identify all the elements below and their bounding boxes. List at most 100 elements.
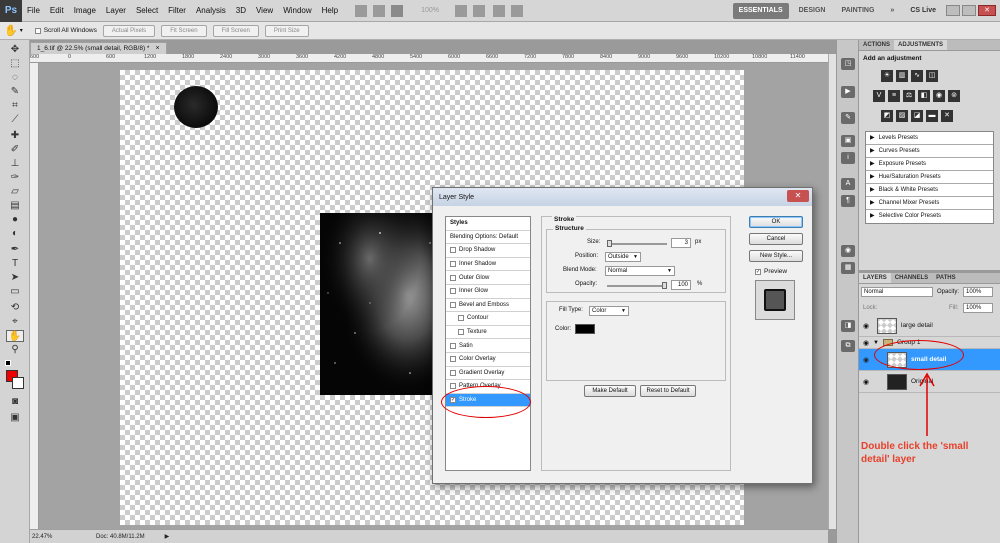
character-panel-icon[interactable]: A (841, 178, 855, 190)
menu-select[interactable]: Select (131, 6, 163, 15)
style-item[interactable]: Outer Glow (446, 271, 530, 285)
menu-analysis[interactable]: Analysis (191, 6, 231, 15)
style-checkbox[interactable] (450, 274, 456, 281)
style-checkbox[interactable] (450, 288, 456, 295)
color-panel-icon[interactable]: ◉ (841, 245, 855, 257)
type-tool-icon[interactable]: T (6, 258, 24, 270)
menu-edit[interactable]: Edit (45, 6, 69, 15)
stroke-blend-select[interactable]: Normal ▼ (605, 266, 675, 276)
cancel-button[interactable]: Cancel (749, 233, 803, 245)
tab-paths[interactable]: PATHS (932, 273, 959, 283)
marquee-tool-icon[interactable]: ⬚ (6, 58, 24, 70)
invert-icon[interactable]: ◩ (881, 110, 893, 122)
style-item[interactable]: Satin (446, 339, 530, 353)
expand-arrow-icon[interactable]: ▶ (870, 210, 875, 223)
style-checkbox[interactable] (450, 261, 456, 268)
default-colors-icon[interactable] (5, 360, 11, 366)
position-select[interactable]: Outside ▼ (605, 252, 641, 262)
rotate-view-icon[interactable] (473, 4, 485, 17)
list-item[interactable]: ▶ Curves Presets (866, 145, 993, 158)
channel-mixer-icon[interactable]: ⊚ (948, 90, 960, 102)
visibility-eye-icon[interactable]: ◉ (859, 356, 873, 364)
menu-3d[interactable]: 3D (231, 6, 251, 15)
navigator-panel-icon[interactable]: ▣ (841, 135, 855, 147)
dialog-close-icon[interactable]: ✕ (787, 190, 809, 202)
exposure-icon[interactable]: ◫ (926, 70, 938, 82)
curves-icon[interactable]: ∿ (911, 70, 923, 82)
menu-layer[interactable]: Layer (101, 6, 131, 15)
hue-saturation-icon[interactable]: ≡ (888, 90, 900, 102)
gradient-map-icon[interactable]: ▬ (926, 110, 938, 122)
opacity-slider-knob[interactable] (662, 282, 667, 289)
scroll-all-checkbox[interactable] (34, 27, 41, 34)
size-slider-knob[interactable] (607, 240, 612, 247)
style-item[interactable]: Drop Shadow (446, 244, 530, 258)
style-item[interactable]: Contour (446, 312, 530, 326)
crop-tool-icon[interactable]: ⌗ (6, 100, 24, 112)
background-color-swatch[interactable] (12, 377, 24, 389)
style-checkbox[interactable] (450, 342, 456, 349)
document-tab[interactable]: 1_6.tif @ 22.5% (small detail, RGB/8) * … (30, 42, 167, 54)
brush-tool-icon[interactable]: ✐ (6, 144, 24, 156)
posterize-icon[interactable]: ▨ (896, 110, 908, 122)
3d-camera-tool-icon[interactable]: ⌖ (6, 316, 24, 328)
expand-arrow-icon[interactable]: ▶ (870, 171, 875, 183)
shape-tool-icon[interactable]: ▭ (6, 286, 24, 298)
quick-mask-icon[interactable]: ◙ (6, 396, 24, 408)
extras-icon[interactable] (391, 4, 404, 17)
swatches-panel-icon[interactable]: ▦ (841, 262, 855, 274)
menu-window[interactable]: Window (278, 6, 316, 15)
tab-adjustments[interactable]: ADJUSTMENTS (894, 40, 948, 50)
arrange-documents-icon[interactable] (493, 4, 505, 17)
healing-tool-icon[interactable]: ✚ (6, 130, 24, 142)
vibrance-icon[interactable]: V (873, 90, 885, 102)
tab-layers[interactable]: LAYERS (859, 273, 891, 283)
selective-color-icon[interactable]: ✕ (941, 110, 953, 122)
blend-mode-select[interactable]: Normal (861, 287, 933, 297)
color-balance-icon[interactable]: ⚖ (903, 90, 915, 102)
preview-checkbox[interactable]: ✓ (755, 268, 761, 275)
expand-arrow-icon[interactable]: ▶ (870, 158, 875, 170)
style-item[interactable]: Blending Options: Default (446, 231, 530, 245)
blur-tool-icon[interactable]: ● (6, 214, 24, 226)
fill-type-select[interactable]: Color ▼ (589, 306, 629, 316)
menu-view[interactable]: View (251, 6, 278, 15)
photo-filter-icon[interactable]: ◉ (933, 90, 945, 102)
tab-actions[interactable]: ACTIONS (859, 40, 894, 50)
fill-screen-button[interactable]: Fill Screen (212, 24, 259, 37)
menu-file[interactable]: File (22, 6, 45, 15)
clone-source-panel-icon[interactable]: ⧉ (841, 340, 855, 352)
hand-view-icon[interactable] (455, 4, 467, 17)
levels-icon[interactable]: ▥ (896, 70, 908, 82)
threshold-icon[interactable]: ◪ (911, 110, 923, 122)
style-checkbox[interactable] (450, 247, 456, 254)
lasso-tool-icon[interactable]: ◌ (6, 72, 24, 84)
workspace-essentials[interactable]: ESSENTIALS (732, 2, 789, 19)
reset-default-button[interactable]: Reset to Default (640, 385, 696, 397)
black-white-icon[interactable]: ◧ (918, 90, 930, 102)
dialog-titlebar[interactable]: Layer Style ✕ (433, 188, 812, 206)
style-checkbox[interactable] (450, 301, 456, 308)
screen-mode-icon[interactable] (511, 4, 523, 17)
screen-mode-tool-icon[interactable]: ▣ (6, 412, 24, 424)
style-item[interactable]: Styles (446, 217, 530, 231)
list-item[interactable]: ▶ Hue/Saturation Presets (866, 171, 993, 184)
expand-arrow-icon[interactable]: ▶ (870, 145, 875, 157)
style-item[interactable]: Gradient Overlay (446, 367, 530, 381)
minimize-icon[interactable] (946, 5, 960, 16)
list-item[interactable]: ▶ Selective Color Presets (866, 210, 993, 223)
gradient-tool-icon[interactable]: ▤ (6, 200, 24, 212)
visibility-eye-icon[interactable]: ◉ (859, 339, 873, 347)
workspace-more[interactable]: » (884, 3, 900, 19)
zoom-level-menu[interactable]: 100% (421, 7, 439, 14)
tool-preset-arrow-icon[interactable]: ▾ (20, 27, 23, 34)
eyedropper-tool-icon[interactable]: ⟋ (6, 114, 24, 126)
list-item[interactable]: ▶ Channel Mixer Presets (866, 197, 993, 210)
expand-arrow-icon[interactable]: ▶ (870, 132, 875, 144)
size-slider[interactable] (607, 240, 667, 247)
visibility-eye-icon[interactable]: ◉ (859, 378, 873, 386)
hand-tool-icon[interactable]: ✋ (6, 330, 24, 342)
style-item[interactable]: Inner Glow (446, 285, 530, 299)
history-panel-icon[interactable]: ◳ (841, 58, 855, 70)
new-style-button[interactable]: New Style... (749, 250, 803, 262)
